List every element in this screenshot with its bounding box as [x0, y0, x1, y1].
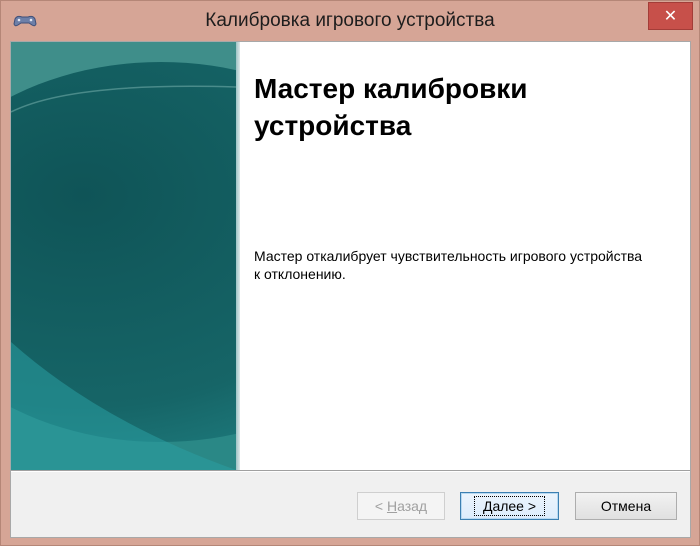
next-label-rest: алее >: [492, 498, 537, 514]
window-title: Калибровка игрового устройства: [205, 10, 495, 31]
back-label-rest: азад: [397, 498, 428, 514]
wizard-description: Мастер откалибрует чувствительность игро…: [254, 247, 684, 283]
wizard-heading: Мастер калибровки устройства: [254, 70, 674, 144]
heading-line-1: Мастер калибровки: [254, 73, 528, 104]
back-button[interactable]: < Назад: [357, 492, 445, 520]
wizard-client-area: Мастер калибровки устройства Мастер отка…: [10, 41, 691, 538]
banner-artwork: [11, 42, 236, 470]
wizard-footer: < Назад Далее > Отмена: [11, 472, 690, 537]
back-hotkey: Н: [386, 498, 398, 514]
cancel-button[interactable]: Отмена: [575, 492, 677, 520]
description-line-1: Мастер откалибрует чувствительность игро…: [254, 248, 643, 264]
back-prefix: <: [374, 498, 387, 514]
next-hotkey: Д: [482, 498, 493, 514]
description-line-2: к отклонению.: [254, 266, 346, 282]
title-bar[interactable]: Калибровка игрового устройства ✕: [1, 1, 699, 41]
close-button[interactable]: ✕: [648, 2, 693, 30]
next-focus-rect: Далее >: [473, 496, 546, 516]
heading-line-2: устройства: [254, 110, 412, 141]
wizard-content: Мастер калибровки устройства Мастер отка…: [240, 42, 690, 470]
wizard-side-banner: [11, 42, 236, 470]
calibration-window: Калибровка игрового устройства ✕ Мастер …: [0, 0, 700, 546]
next-button[interactable]: Далее >: [460, 492, 559, 520]
